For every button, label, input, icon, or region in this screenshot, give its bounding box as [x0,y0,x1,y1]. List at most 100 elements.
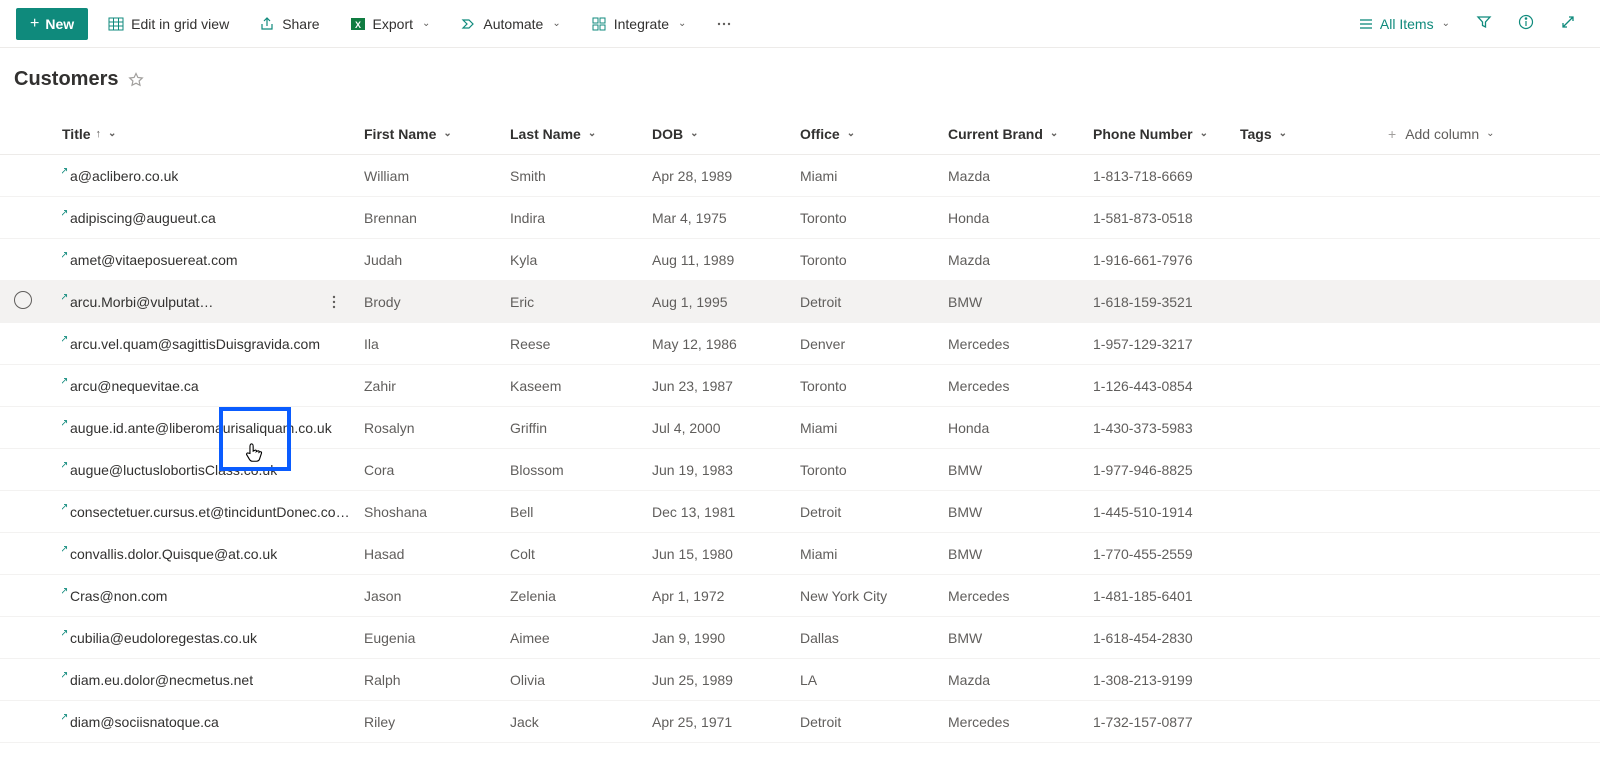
chevron-down-icon: ⌄ [847,128,855,139]
title-text: diam@sociisnatoque.ca [70,714,219,730]
share-button[interactable]: Share [249,8,329,40]
table-row[interactable]: ↗ convallis.dolor.Quisque@at.co.uk Hasad… [0,533,1600,575]
table-row[interactable]: ↗ cubilia@eudoloregestas.co.uk Eugenia A… [0,617,1600,659]
table-row[interactable]: ↗ arcu.Morbi@vulputatedu... Brody Eric A… [0,281,1600,323]
table-row[interactable]: ↗ augue@luctuslobortisClass.co.uk Cora B… [0,449,1600,491]
cell-title[interactable]: ↗ augue.id.ante@liberomaurisaliquam.co.u… [62,420,364,436]
cell-phone: 1-445-510-1914 [1093,504,1240,520]
share-row-button[interactable] [358,294,364,310]
info-button[interactable] [1510,8,1542,40]
grid-icon [108,16,124,32]
column-office[interactable]: Office ⌄ [800,126,948,142]
filter-button[interactable] [1468,8,1500,40]
table-row[interactable]: ↗ a@aclibero.co.uk William Smith Apr 28,… [0,155,1600,197]
cell-brand: BMW [948,294,1093,310]
chevron-down-icon: ⌄ [588,128,596,139]
list-grid: Title ↑ ⌄ First Name ⌄ Last Name ⌄ DOB ⌄… [0,113,1600,743]
cell-title[interactable]: ↗ consectetuer.cursus.et@tinciduntDonec.… [62,504,364,520]
cell-phone: 1-430-373-5983 [1093,420,1240,436]
cell-phone: 1-618-159-3521 [1093,294,1240,310]
cell-first-name: Ila [364,336,510,352]
table-row[interactable]: ↗ adipiscing@augueut.ca Brennan Indira M… [0,197,1600,239]
cell-title[interactable]: ↗ arcu.Morbi@vulputatedu... [62,294,364,310]
title-text: convallis.dolor.Quisque@at.co.uk [70,546,277,562]
cell-first-name: Riley [364,714,510,730]
column-title[interactable]: Title ↑ ⌄ [62,126,364,142]
cell-title[interactable]: ↗ Cras@non.com [62,588,364,604]
cell-dob: Jun 19, 1983 [652,462,800,478]
column-phone[interactable]: Phone Number ⌄ [1093,126,1240,142]
table-row[interactable]: ↗ consectetuer.cursus.et@tinciduntDonec.… [0,491,1600,533]
edit-grid-button[interactable]: Edit in grid view [98,8,239,40]
column-first-label: First Name [364,126,436,142]
cell-dob: Jul 4, 2000 [652,420,800,436]
link-icon: ↗ [62,546,68,555]
add-column-label: Add column [1405,126,1479,142]
cell-brand: Mazda [948,252,1093,268]
table-row[interactable]: ↗ diam@sociisnatoque.ca Riley Jack Apr 2… [0,701,1600,743]
title-text: cubilia@eudoloregestas.co.uk [70,630,257,646]
table-row[interactable]: ↗ Cras@non.com Jason Zelenia Apr 1, 1972… [0,575,1600,617]
cell-first-name: Cora [364,462,510,478]
cell-title[interactable]: ↗ convallis.dolor.Quisque@at.co.uk [62,546,364,562]
column-headers: Title ↑ ⌄ First Name ⌄ Last Name ⌄ DOB ⌄… [0,113,1600,155]
more-actions-button[interactable] [322,294,346,310]
new-button[interactable]: + New [16,8,88,40]
title-text: arcu@nequevitae.ca [70,378,199,394]
cell-title[interactable]: ↗ arcu@nequevitae.ca [62,378,364,394]
cell-title[interactable]: ↗ diam@sociisnatoque.ca [62,714,364,730]
cell-brand: Mercedes [948,588,1093,604]
cell-first-name: Judah [364,252,510,268]
cell-first-name: Brennan [364,210,510,226]
column-first-name[interactable]: First Name ⌄ [364,126,510,142]
chevron-down-icon: ⌄ [690,128,698,139]
cell-dob: Apr 28, 1989 [652,168,800,184]
column-last-label: Last Name [510,126,581,142]
flow-icon [460,16,476,32]
table-row[interactable]: ↗ amet@vitaeposuereat.com Judah Kyla Aug… [0,239,1600,281]
chevron-down-icon: ⌄ [108,128,116,139]
cell-brand: Mercedes [948,378,1093,394]
table-row[interactable]: ↗ augue.id.ante@liberomaurisaliquam.co.u… [0,407,1600,449]
cell-phone: 1-308-213-9199 [1093,672,1240,688]
table-row[interactable]: ↗ arcu.vel.quam@sagittisDuisgravida.com … [0,323,1600,365]
favorite-star-icon[interactable] [128,72,144,88]
title-text: arcu.Morbi@vulputatedu... [70,294,220,310]
cell-title[interactable]: ↗ amet@vitaeposuereat.com [62,252,364,268]
cell-title[interactable]: ↗ cubilia@eudoloregestas.co.uk [62,630,364,646]
chevron-down-icon: ⌄ [1442,18,1450,29]
expand-button[interactable] [1552,8,1584,40]
cell-title[interactable]: ↗ arcu.vel.quam@sagittisDuisgravida.com [62,336,364,352]
overflow-button[interactable] [706,8,742,40]
column-brand[interactable]: Current Brand ⌄ [948,126,1093,142]
cell-office: Detroit [800,294,948,310]
cell-title[interactable]: ↗ augue@luctuslobortisClass.co.uk [62,462,364,478]
link-icon: ↗ [62,588,68,597]
cell-brand: Mazda [948,672,1093,688]
info-icon [1518,14,1534,33]
command-bar: + New Edit in grid view Share X Export ⌄… [0,0,1600,48]
cell-office: Detroit [800,714,948,730]
row-select[interactable] [14,291,62,312]
cell-title[interactable]: ↗ a@aclibero.co.uk [62,168,364,184]
column-dob-label: DOB [652,126,683,142]
automate-button[interactable]: Automate ⌄ [450,8,570,40]
link-icon: ↗ [62,252,68,261]
cell-title[interactable]: ↗ adipiscing@augueut.ca [62,210,364,226]
cell-phone: 1-581-873-0518 [1093,210,1240,226]
cell-title[interactable]: ↗ diam.eu.dolor@necmetus.net [62,672,364,688]
cell-office: Toronto [800,252,948,268]
integrate-button[interactable]: Integrate ⌄ [581,8,697,40]
select-circle-icon[interactable] [14,291,32,309]
view-selector[interactable]: All Items ⌄ [1350,8,1458,40]
cell-last-name: Reese [510,336,652,352]
add-column-button[interactable]: + Add column ⌄ [1388,126,1528,142]
table-row[interactable]: ↗ diam.eu.dolor@necmetus.net Ralph Olivi… [0,659,1600,701]
column-dob[interactable]: DOB ⌄ [652,126,800,142]
column-last-name[interactable]: Last Name ⌄ [510,126,652,142]
table-row[interactable]: ↗ arcu@nequevitae.ca Zahir Kaseem Jun 23… [0,365,1600,407]
rows-container: ↗ a@aclibero.co.uk William Smith Apr 28,… [0,155,1600,743]
cell-office: Denver [800,336,948,352]
export-button[interactable]: X Export ⌄ [340,8,441,40]
column-tags[interactable]: Tags ⌄ [1240,126,1388,142]
